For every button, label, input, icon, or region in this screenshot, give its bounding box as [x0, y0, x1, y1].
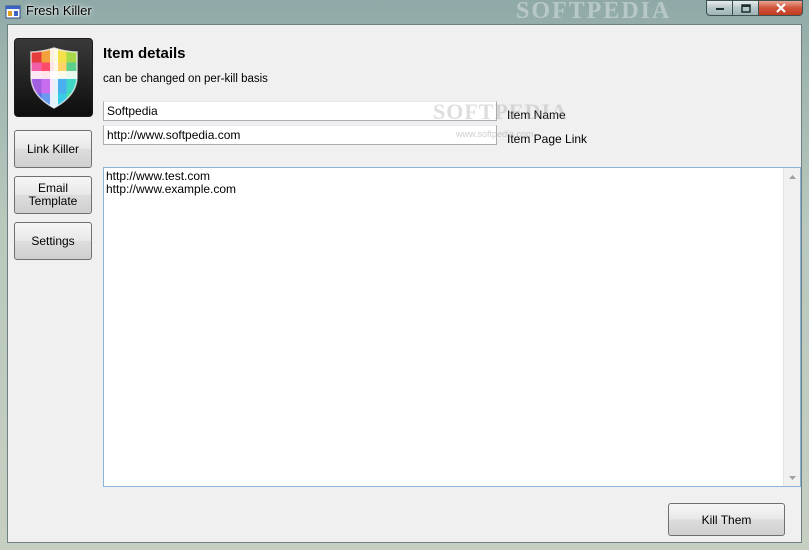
scroll-up-button[interactable] [784, 168, 800, 185]
kill-them-button[interactable]: Kill Them [668, 503, 785, 536]
close-icon [775, 3, 786, 13]
maximize-button[interactable] [733, 0, 759, 16]
maximize-icon [740, 3, 751, 13]
client-area: Link Killer Email Template Settings Item… [7, 24, 802, 543]
section-subheading: can be changed on per-kill basis [103, 73, 268, 85]
url-line: http://www.example.com [106, 182, 237, 196]
scroll-up-arrow-icon [788, 174, 796, 179]
settings-button[interactable]: Settings [14, 222, 92, 260]
minimize-icon [715, 8, 724, 10]
section-heading: Item details [103, 45, 186, 62]
caption-buttons [706, 0, 803, 17]
shield-logo-icon [30, 47, 78, 109]
title-bar[interactable]: Fresh Killer SOFTPEDIA [0, 0, 809, 24]
link-killer-button[interactable]: Link Killer [14, 130, 92, 168]
title-watermark: SOFTPEDIA [516, 0, 672, 24]
logo-tile [14, 38, 93, 117]
window-title: Fresh Killer [26, 3, 92, 18]
scroll-down-button[interactable] [784, 469, 800, 486]
vertical-scrollbar[interactable] [783, 168, 800, 486]
app-window-icon[interactable] [5, 4, 21, 20]
softpedia-watermark-url: www.softpedia.com [456, 129, 534, 139]
window-frame: Fresh Killer SOFTPEDIA Link Killer Email… [0, 0, 809, 550]
urls-textarea[interactable]: http://www.test.com http://www.example.c… [103, 167, 801, 487]
softpedia-watermark: SOFTPEDIA [433, 99, 568, 124]
item-page-link-input[interactable] [103, 125, 497, 145]
minimize-button[interactable] [706, 0, 733, 16]
close-button[interactable] [759, 0, 803, 16]
scroll-down-arrow-icon [788, 475, 796, 480]
email-template-button[interactable]: Email Template [14, 176, 92, 214]
